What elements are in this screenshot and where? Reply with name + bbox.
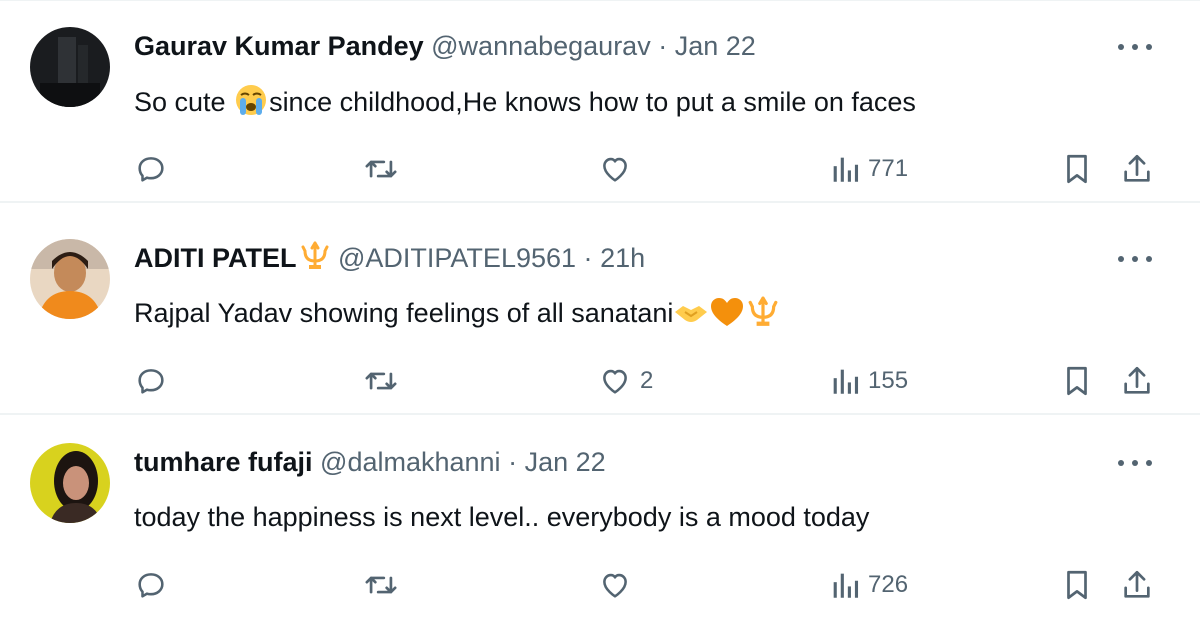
- tweet-text-part: Rajpal Yadav showing feelings of all san…: [134, 298, 674, 328]
- tweet-2[interactable]: ADITI PATEL @ADITIPATEL9561 · 21h Rajpal…: [0, 213, 1200, 415]
- action-bar: 771: [0, 149, 1200, 189]
- reply-icon: [138, 573, 164, 598]
- like-button[interactable]: 2: [598, 361, 653, 401]
- retweet-button[interactable]: [362, 149, 400, 189]
- trident-icon: [299, 241, 331, 279]
- tweet-header: Gaurav Kumar Pandey @wannabegaurav · Jan…: [134, 29, 756, 63]
- reply-button[interactable]: [134, 149, 168, 189]
- timestamp[interactable]: Jan 22: [525, 447, 606, 477]
- bookmark-icon: [1067, 154, 1087, 184]
- share-icon: [1124, 366, 1150, 394]
- action-bar: 2 155: [0, 361, 1200, 401]
- author-name[interactable]: ADITI PATEL: [134, 243, 297, 273]
- view-count: 726: [868, 571, 909, 598]
- tweet-text-part: So cute: [134, 87, 234, 117]
- analytics-icon: [833, 157, 859, 182]
- separator: ·: [508, 447, 518, 477]
- handshake-icon: [673, 298, 709, 337]
- like-button[interactable]: [598, 565, 640, 605]
- view-count: 771: [868, 155, 909, 182]
- tweet-text: Rajpal Yadav showing feelings of all san…: [134, 295, 781, 337]
- reply-icon: [138, 157, 164, 182]
- author-handle[interactable]: @dalmakhanni: [320, 447, 501, 477]
- share-button[interactable]: [1120, 149, 1154, 189]
- more-options-icon[interactable]: [1118, 249, 1152, 269]
- retweet-button[interactable]: [362, 565, 400, 605]
- separator: ·: [583, 243, 593, 273]
- reply-button[interactable]: [134, 565, 168, 605]
- share-button[interactable]: [1120, 361, 1154, 401]
- timestamp[interactable]: 21h: [600, 243, 645, 273]
- reply-icon: [138, 369, 164, 394]
- author-handle[interactable]: @ADITIPATEL9561: [338, 243, 576, 273]
- tweet-text: today the happiness is next level.. ever…: [134, 499, 869, 535]
- like-count: 2: [640, 367, 654, 394]
- retweet-icon: [365, 372, 397, 390]
- heart-icon: [603, 157, 627, 182]
- share-icon: [1124, 154, 1150, 182]
- bookmark-icon: [1067, 366, 1087, 396]
- orange-heart-icon: [709, 296, 745, 337]
- retweet-button[interactable]: [362, 361, 400, 401]
- view-count: 155: [868, 367, 909, 394]
- tweet-text-part: today the happiness is next level.. ever…: [134, 502, 870, 532]
- share-icon: [1124, 570, 1150, 598]
- share-button[interactable]: [1120, 565, 1154, 605]
- analytics-icon: [833, 369, 859, 394]
- bookmark-button[interactable]: [1062, 361, 1092, 401]
- timestamp[interactable]: Jan 22: [675, 31, 756, 61]
- tweet-text: So cute since childhood,He knows how to …: [134, 83, 916, 126]
- like-button[interactable]: [598, 149, 640, 189]
- heart-icon: [603, 573, 627, 598]
- more-options-icon[interactable]: [1118, 453, 1152, 473]
- heart-icon: [603, 369, 627, 394]
- avatar[interactable]: [30, 239, 110, 319]
- reply-button[interactable]: [134, 361, 168, 401]
- views-button[interactable]: 155: [830, 361, 908, 401]
- tweet-header: tumhare fufaji @dalmakhanni · Jan 22: [134, 445, 606, 479]
- trident-icon: [745, 296, 781, 337]
- loudly-crying-face-icon: [233, 83, 269, 126]
- author-handle[interactable]: @wannabegaurav: [431, 31, 651, 61]
- separator: ·: [658, 31, 668, 61]
- retweet-icon: [365, 160, 397, 178]
- analytics-icon: [833, 573, 859, 598]
- more-options-icon[interactable]: [1118, 37, 1152, 57]
- bookmark-icon: [1067, 570, 1087, 600]
- tweet-1[interactable]: Gaurav Kumar Pandey @wannabegaurav · Jan…: [0, 1, 1200, 203]
- author-name[interactable]: tumhare fufaji: [134, 447, 313, 477]
- tweet-3[interactable]: tumhare fufaji @dalmakhanni · Jan 22 tod…: [0, 417, 1200, 619]
- author-name[interactable]: Gaurav Kumar Pandey: [134, 31, 424, 61]
- bookmark-button[interactable]: [1062, 565, 1092, 605]
- avatar[interactable]: [30, 443, 110, 523]
- views-button[interactable]: 771: [830, 149, 908, 189]
- retweet-icon: [365, 576, 397, 594]
- tweet-header: ADITI PATEL @ADITIPATEL9561 · 21h: [134, 241, 645, 279]
- bookmark-button[interactable]: [1062, 149, 1092, 189]
- action-bar: 726: [0, 565, 1200, 605]
- views-button[interactable]: 726: [830, 565, 908, 605]
- reply-feed: Gaurav Kumar Pandey @wannabegaurav · Jan…: [0, 0, 1200, 628]
- tweet-text-part: since childhood,He knows how to put a sm…: [269, 87, 916, 117]
- avatar[interactable]: [30, 27, 110, 107]
